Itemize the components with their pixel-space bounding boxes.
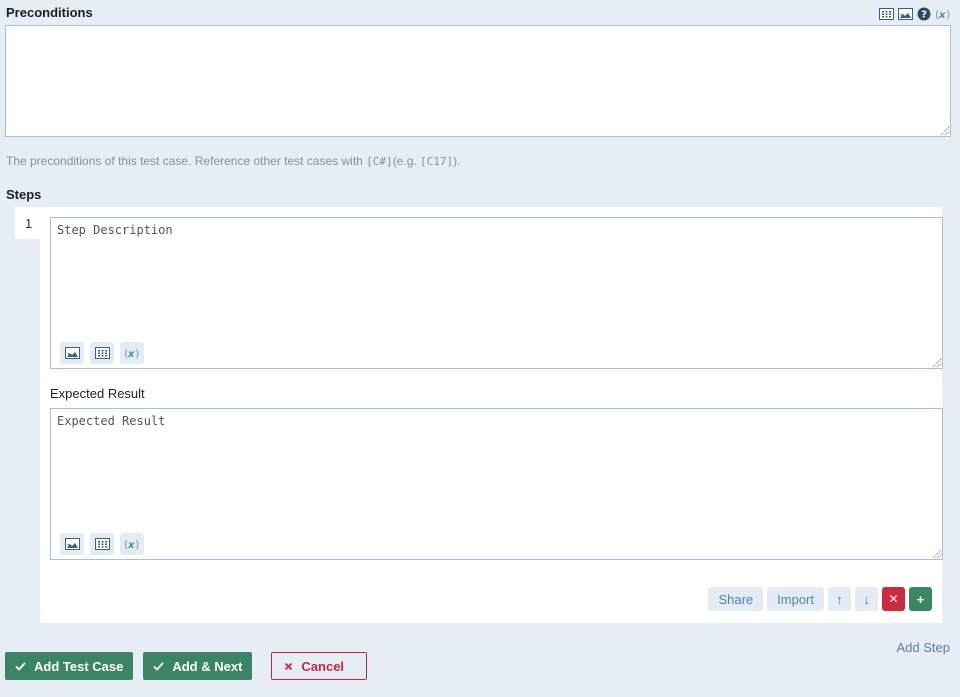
resize-handle[interactable] <box>932 549 941 558</box>
svg-text:): ) <box>135 538 139 551</box>
move-up-button[interactable]: ↑ <box>828 587 851 611</box>
hint-text: ). <box>453 154 461 168</box>
hint-text: The preconditions of this test case. Ref… <box>6 154 367 168</box>
expected-result-input[interactable]: Expected Result (x) <box>50 408 943 560</box>
close-icon <box>285 662 293 670</box>
variable-icon[interactable]: (x) <box>120 533 144 555</box>
svg-text:?: ? <box>921 9 927 20</box>
share-button[interactable]: Share <box>708 587 764 611</box>
hint-text: (e.g. <box>392 154 421 168</box>
add-and-next-button[interactable]: Add & Next <box>143 652 253 680</box>
step-description-placeholder: Step Description <box>57 223 173 237</box>
resize-handle[interactable] <box>932 358 941 367</box>
step-number: 1 <box>15 207 40 239</box>
import-button[interactable]: Import <box>767 587 824 611</box>
cancel-button[interactable]: Cancel <box>271 652 368 680</box>
help-icon[interactable]: ? <box>916 6 932 21</box>
add-step-below-button[interactable]: + <box>909 587 932 611</box>
svg-text:x: x <box>127 540 135 551</box>
expected-result-toolbar: (x) <box>60 533 144 555</box>
table-icon[interactable] <box>90 342 114 364</box>
delete-step-button[interactable]: ✕ <box>882 587 905 611</box>
variable-icon[interactable]: (x) <box>120 342 144 364</box>
step-description-toolbar: (x) <box>60 342 144 364</box>
variable-icon[interactable]: (x) <box>935 6 951 21</box>
svg-text:x: x <box>127 349 135 360</box>
expected-result-label: Expected Result <box>50 386 145 401</box>
arrow-down-icon: ↓ <box>863 591 870 607</box>
close-icon: ✕ <box>888 592 899 606</box>
resize-handle[interactable] <box>940 126 949 135</box>
preconditions-hint: The preconditions of this test case. Ref… <box>6 154 461 168</box>
preconditions-input[interactable] <box>5 25 951 137</box>
svg-text:): ) <box>135 347 139 360</box>
add-step-link[interactable]: Add Step <box>897 640 951 655</box>
add-and-next-label: Add & Next <box>172 658 243 674</box>
image-icon[interactable] <box>897 6 913 21</box>
check-icon <box>15 661 26 671</box>
add-test-case-label: Add Test Case <box>34 658 124 674</box>
cancel-label: Cancel <box>301 658 345 674</box>
table-icon[interactable] <box>878 6 894 21</box>
step-panel: Step Description (x) Expected Result Exp… <box>40 207 943 623</box>
move-down-button[interactable]: ↓ <box>855 587 878 611</box>
plus-icon: + <box>916 591 925 607</box>
preconditions-toolbar: ? (x) <box>878 6 951 21</box>
add-test-case-button[interactable]: Add Test Case <box>5 652 134 680</box>
image-icon[interactable] <box>60 342 84 364</box>
steps-label: Steps <box>6 187 42 202</box>
step-description-input[interactable]: Step Description (x) <box>50 217 943 369</box>
form-actions: Add Test Case Add & Next Cancel <box>5 652 368 680</box>
image-icon[interactable] <box>60 533 84 555</box>
table-icon[interactable] <box>90 533 114 555</box>
svg-text:): ) <box>946 8 950 21</box>
preconditions-label: Preconditions <box>6 5 93 20</box>
step-actions: Share Import ↑ ↓ ✕ + <box>708 587 932 611</box>
hint-code: [C17] <box>420 155 454 168</box>
svg-text:x: x <box>938 10 946 21</box>
expected-result-placeholder: Expected Result <box>57 414 166 428</box>
hint-code: [C#] <box>366 155 393 168</box>
check-icon <box>153 661 165 671</box>
arrow-up-icon: ↑ <box>836 591 843 607</box>
